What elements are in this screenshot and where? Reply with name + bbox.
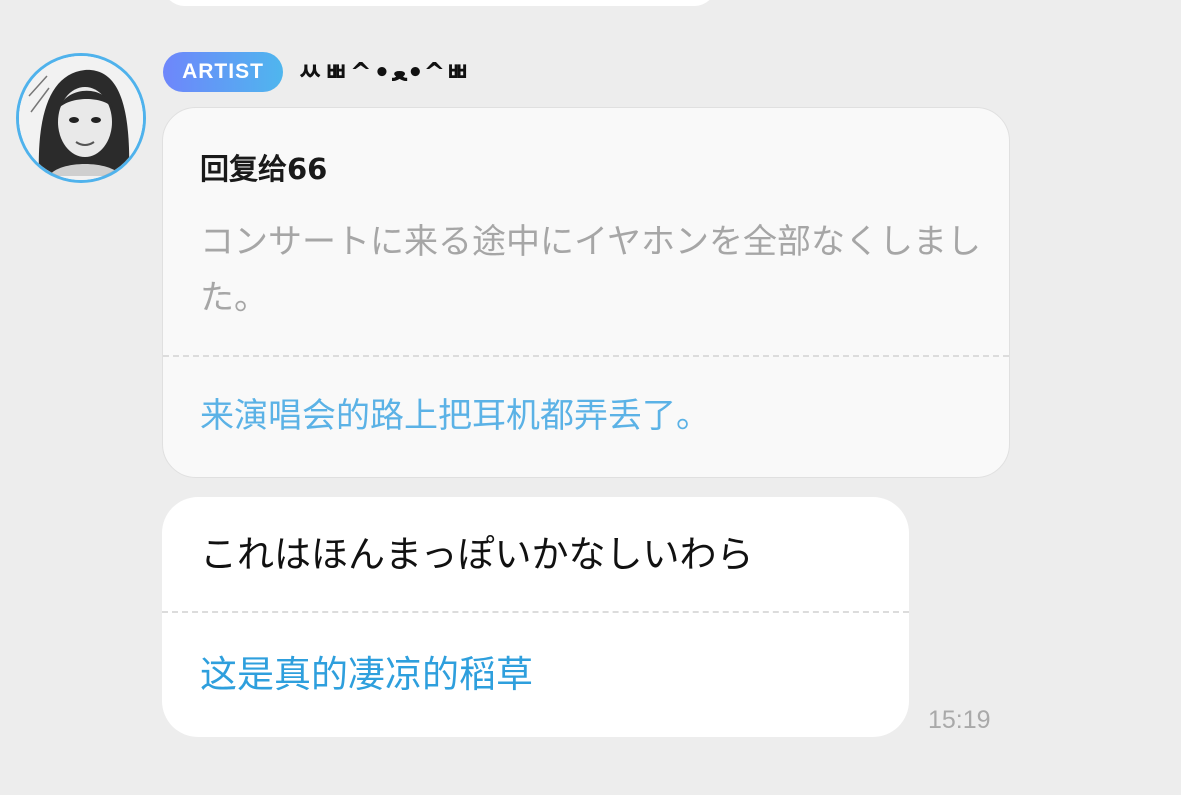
reply-divider	[163, 355, 1009, 357]
artist-badge: ARTIST	[163, 52, 283, 92]
avatar[interactable]	[16, 53, 146, 183]
message-bubble[interactable]: これはほんまっぽいかなしいわら 这是真的凄凉的稻草	[162, 497, 909, 737]
artist-avatar-icon	[19, 56, 143, 180]
message-divider	[162, 611, 909, 613]
sender-name[interactable]: ㅆㅃ^•ﻌ•^ㅃ	[298, 53, 471, 93]
reply-quote-card[interactable]: 回复给66 コンサートに来る途中にイヤホンを全部なくしました。 来演唱会的路上把…	[162, 107, 1010, 478]
message-translation: 这是真的凄凉的稻草	[200, 653, 533, 696]
previous-message-bubble[interactable]	[162, 0, 717, 6]
message-text: これはほんまっぽいかなしいわら	[200, 533, 754, 576]
message-timestamp: 15:19	[928, 706, 991, 734]
reply-title: 回复给66	[200, 152, 328, 186]
reply-translation: 来演唱会的路上把耳机都弄丢了。	[200, 396, 710, 436]
reply-original-text: コンサートに来る途中にイヤホンを全部なくしました。	[200, 222, 981, 318]
